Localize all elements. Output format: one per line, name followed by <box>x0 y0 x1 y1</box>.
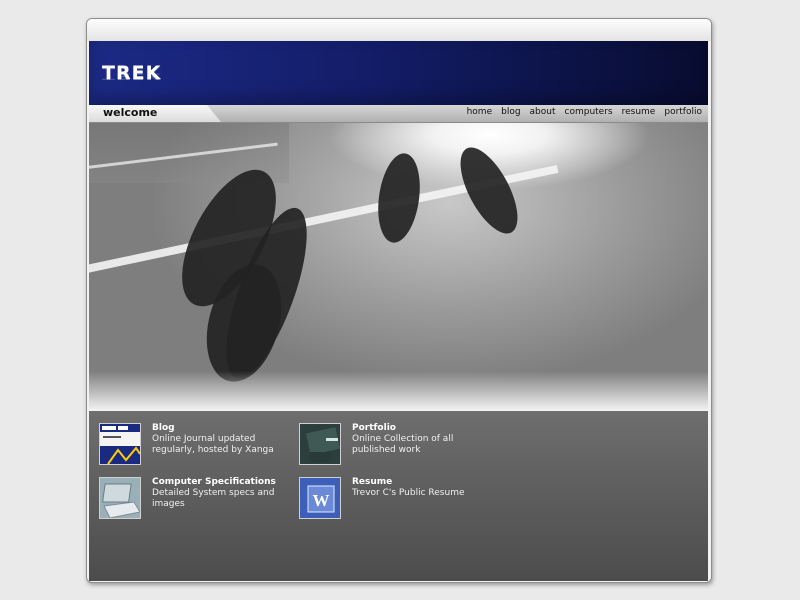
computer-specs-description: Detailed System specs and images <box>152 488 275 509</box>
computer-specs-link[interactable]: Computer Specifications Detailed System … <box>99 477 289 521</box>
nav-link-computers[interactable]: computers <box>565 107 613 117</box>
portfolio-title[interactable]: Portfolio <box>352 423 396 433</box>
portfolio-thumbnail[interactable] <box>299 423 341 465</box>
hero-photo <box>89 123 708 411</box>
nav-bar: welcome home blog about computers resume… <box>89 105 708 123</box>
resume-title[interactable]: Resume <box>352 477 392 487</box>
blog-thumbnail[interactable] <box>99 423 141 465</box>
resume-description: Trevor C's Public Resume <box>352 488 465 498</box>
nav-links: home blog about computers resume portfol… <box>467 107 702 117</box>
hero-fade <box>89 371 708 411</box>
frame-top-bar <box>87 19 711 41</box>
header-banner: TREK TREK <box>89 41 708 105</box>
nav-link-home[interactable]: home <box>467 107 493 117</box>
blog-link[interactable]: Blog Online Journal updated regularly, h… <box>99 423 289 467</box>
links-panel: Blog Online Journal updated regularly, h… <box>89 411 708 581</box>
nav-link-blog[interactable]: blog <box>501 107 520 117</box>
computer-specs-thumbnail[interactable] <box>99 477 141 519</box>
portfolio-description: Online Collection of all published work <box>352 434 454 455</box>
person-shadow <box>372 150 426 246</box>
word-icon: W <box>313 491 330 510</box>
nav-link-portfolio[interactable]: portfolio <box>664 107 702 117</box>
resume-thumbnail[interactable]: W <box>299 477 341 519</box>
nav-link-about[interactable]: about <box>530 107 556 117</box>
nav-link-resume[interactable]: resume <box>622 107 656 117</box>
welcome-tab: welcome <box>89 105 221 122</box>
portfolio-link[interactable]: Portfolio Online Collection of all publi… <box>299 423 489 467</box>
welcome-label: welcome <box>103 106 158 119</box>
resume-link[interactable]: W Resume Trevor C's Public Resume <box>299 477 489 521</box>
computer-specs-title[interactable]: Computer Specifications <box>152 477 276 487</box>
site-logo-reflection: TREK <box>102 71 162 81</box>
blog-title[interactable]: Blog <box>152 423 175 433</box>
page-frame: TREK TREK welcome home blog about comput… <box>86 18 712 583</box>
blog-description: Online Journal updated regularly, hosted… <box>152 434 274 455</box>
